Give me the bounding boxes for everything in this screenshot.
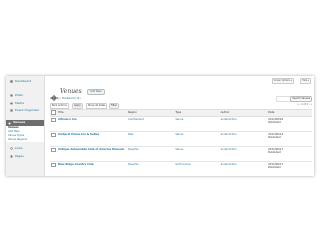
venue-region[interactable]: Dauphin	[127, 146, 175, 162]
venue-title-link[interactable]: Blue Ridge Country Club	[57, 161, 127, 176]
venue-date: 2011/06/17 Published	[267, 146, 312, 162]
row-checkbox[interactable]	[50, 131, 57, 147]
sidebar-item-dashboard[interactable]: Dashboard	[8, 79, 44, 87]
admin-sidebar: Dashboard Posts Media Event Organizer Ve…	[6, 76, 45, 176]
sidebar-item-posts[interactable]: Posts	[8, 93, 44, 101]
main-content: Screen Options ▾ Help ▾ Venues Add New A…	[46, 76, 314, 176]
table-row: Blue Ridge Country Club Dauphin Golf Cou…	[50, 161, 312, 176]
venue-title-link[interactable]: Alfredo's Inn	[57, 116, 127, 132]
venue-author[interactable]: andandchris	[219, 131, 268, 147]
venue-author[interactable]: andandchris	[219, 146, 268, 162]
venue-date: 2011/06/16 Published	[267, 116, 312, 132]
venue-author[interactable]: andandchris	[219, 116, 268, 132]
screen-options-button[interactable]: Screen Options ▾	[271, 78, 294, 84]
venue-title-link[interactable]: Amherst House Inn & Suites	[57, 131, 127, 147]
venue-type[interactable]: Venue	[174, 131, 220, 147]
venue-region[interactable]: Cumberland	[127, 116, 175, 132]
sidebar-item-event-organizer[interactable]: Event Organizer	[8, 108, 44, 119]
dashboard-icon	[10, 80, 13, 83]
venue-date: 2011/06/14 Published	[267, 131, 312, 147]
sidebar-item-links[interactable]: Links	[8, 146, 44, 154]
venue-date: 2011/06/17 Published	[267, 161, 312, 176]
venue-type[interactable]: Golf Course	[174, 161, 220, 176]
venue-type[interactable]: Venue	[174, 146, 220, 162]
calendar-icon	[10, 109, 13, 112]
table-row: Alfredo's Inn Cumberland Venue andandchr…	[50, 116, 312, 132]
filter-published[interactable]: Published (11)	[62, 97, 81, 100]
page-icon	[10, 155, 13, 158]
venue-region[interactable]: Peel	[127, 131, 175, 147]
table-row: Antique Automobile Club of America Museu…	[50, 146, 312, 162]
venue-page-icon	[50, 87, 58, 102]
admin-window: Dashboard Posts Media Event Organizer Ve…	[6, 76, 314, 176]
submenu-venue-regions[interactable]: Venue Regions	[6, 138, 44, 142]
link-icon	[10, 147, 13, 150]
media-icon	[10, 102, 13, 105]
add-new-button[interactable]: Add New	[87, 89, 105, 95]
page-title: Venues	[60, 88, 82, 95]
venue-author[interactable]: andandchris	[219, 161, 268, 176]
filter-all[interactable]: All (11)	[50, 97, 59, 100]
table-row: Amherst House Inn & Suites Peel Venue an…	[50, 131, 312, 147]
venue-region[interactable]: Dauphin	[127, 161, 175, 176]
pagination[interactable]: « ‹ 1 of 2 › »	[297, 103, 312, 107]
search-venues-button[interactable]: Search Venues	[290, 96, 312, 102]
venue-title-link[interactable]: Antique Automobile Club of America Museu…	[57, 146, 127, 162]
help-button[interactable]: Help ▾	[300, 78, 311, 84]
venue-type[interactable]: Venue	[174, 116, 220, 132]
venue-icon	[8, 121, 11, 125]
row-checkbox[interactable]	[50, 161, 57, 176]
row-checkbox[interactable]	[50, 146, 57, 162]
row-checkbox[interactable]	[50, 116, 57, 132]
sidebar-item-pages[interactable]: Pages	[8, 154, 44, 162]
venues-table: Title Region Type Author Date Alfredo's …	[50, 109, 312, 176]
pushpin-icon	[10, 94, 13, 97]
status-filters: All (11) | Published (11)	[50, 97, 81, 100]
